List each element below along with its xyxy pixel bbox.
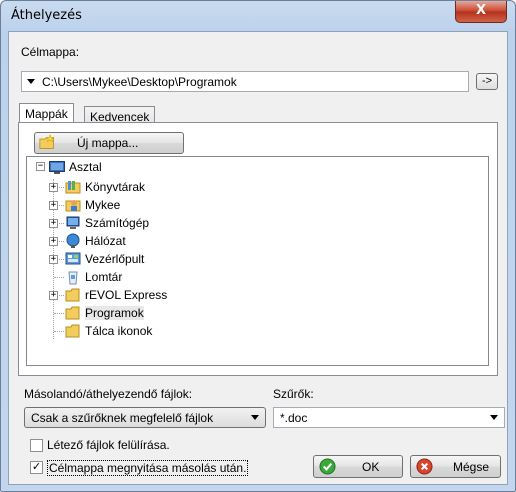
dropdown-arrow-icon[interactable] bbox=[490, 415, 498, 420]
filters-label: Szűrők: bbox=[273, 387, 314, 401]
tab-label: Mappák bbox=[25, 107, 68, 121]
expand-toggle[interactable]: + bbox=[49, 291, 58, 300]
tree-connector bbox=[54, 313, 64, 314]
desktop-icon bbox=[49, 161, 65, 174]
folder-icon bbox=[65, 324, 80, 338]
check-icon bbox=[319, 458, 336, 475]
open-target-label: Célmappa megnyitása másolás után. bbox=[47, 460, 249, 476]
window-title: Áthelyezés bbox=[11, 8, 82, 23]
files-mode-select[interactable]: Csak a szűrőknek megfelelő fájlok bbox=[24, 407, 266, 428]
expand-toggle[interactable]: + bbox=[49, 219, 58, 228]
user-folder-icon bbox=[65, 200, 81, 212]
libraries-icon bbox=[65, 181, 81, 194]
title-bar[interactable]: Áthelyezés X bbox=[1, 1, 515, 31]
files-mode-label: Másolandó/áthelyezendő fájlok: bbox=[24, 387, 193, 401]
target-folder-combo[interactable]: C:\Users\Mykee\Desktop\Programok bbox=[21, 71, 469, 92]
tree-item-label: Programok bbox=[85, 306, 144, 320]
cancel-label: Mégse bbox=[453, 460, 490, 474]
expand-toggle[interactable]: + bbox=[49, 255, 58, 264]
dropdown-arrow-icon[interactable] bbox=[251, 415, 259, 420]
tree-item-label: Mykee bbox=[85, 198, 121, 212]
collapse-toggle[interactable]: − bbox=[36, 162, 45, 171]
tree-item-label: Tálca ikonok bbox=[85, 324, 153, 338]
files-mode-value: Csak a szűrőknek megfelelő fájlok bbox=[31, 411, 214, 425]
new-folder-button[interactable]: Új mappa... bbox=[34, 132, 184, 154]
new-folder-icon bbox=[39, 134, 55, 149]
expand-toggle[interactable]: + bbox=[49, 201, 58, 210]
folder-tree[interactable]: − Asztal + Könyvtárak + Mykee + Számítóg… bbox=[26, 156, 489, 366]
tree-item-label: Asztal bbox=[69, 160, 102, 174]
tree-item-label: Vezérlőpult bbox=[85, 252, 145, 266]
open-target-checkbox[interactable]: ✓ bbox=[30, 461, 43, 474]
tree-item-label: Számítógép bbox=[85, 216, 150, 230]
tree-item-label: rEVOL Express bbox=[85, 288, 168, 302]
target-folder-label: Célmappa: bbox=[21, 45, 80, 59]
tree-item-label: Könyvtárak bbox=[85, 180, 146, 194]
new-folder-label: Új mappa... bbox=[77, 136, 139, 150]
tree-connector bbox=[54, 277, 64, 278]
dropdown-arrow-icon[interactable] bbox=[27, 79, 35, 84]
go-button[interactable]: -> bbox=[476, 73, 498, 90]
filters-combo[interactable]: *.doc bbox=[273, 407, 505, 428]
recycle-bin-icon bbox=[68, 271, 78, 285]
folder-icon bbox=[65, 288, 80, 302]
ok-button[interactable]: OK bbox=[313, 455, 403, 478]
close-button[interactable]: X bbox=[455, 1, 507, 23]
tree-connector bbox=[54, 331, 64, 332]
folder-icon bbox=[65, 306, 80, 320]
cancel-icon bbox=[416, 458, 433, 475]
computer-icon bbox=[66, 216, 80, 229]
expand-toggle[interactable]: + bbox=[49, 183, 58, 192]
expand-toggle[interactable]: + bbox=[49, 237, 58, 246]
control-panel-icon bbox=[65, 252, 81, 265]
cancel-button[interactable]: Mégse bbox=[410, 455, 501, 478]
ok-label: OK bbox=[362, 460, 380, 474]
tree-item-label: Hálózat bbox=[85, 234, 126, 248]
overwrite-label: Létező fájlok felülírása. bbox=[47, 438, 170, 452]
overwrite-checkbox[interactable] bbox=[30, 439, 43, 452]
network-icon bbox=[66, 233, 80, 248]
target-folder-path: C:\Users\Mykee\Desktop\Programok bbox=[42, 75, 237, 89]
dialog-window: Áthelyezés X Célmappa: C:\Users\Mykee\De… bbox=[0, 0, 516, 492]
tree-item-label: Lomtár bbox=[85, 270, 123, 284]
filters-value: *.doc bbox=[280, 411, 308, 425]
